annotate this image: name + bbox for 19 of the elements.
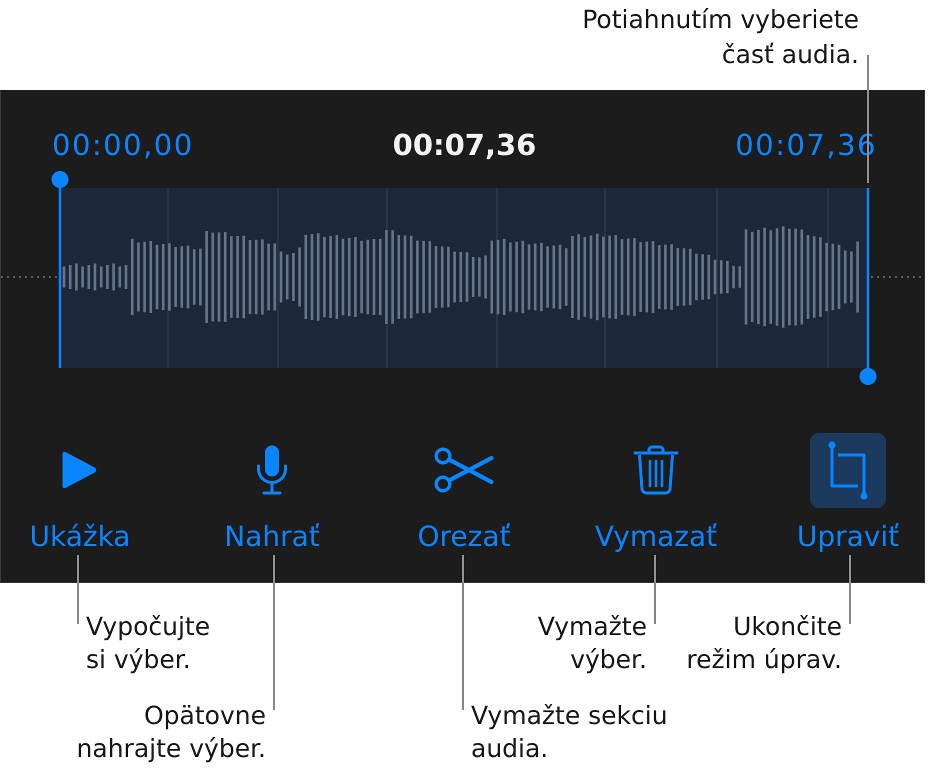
delete-button[interactable]: Vymazať (594, 432, 718, 554)
selection-start-handle[interactable] (52, 171, 68, 368)
callout-text: Vymažte výber. (538, 611, 647, 676)
preview-button[interactable]: Ukážka (30, 432, 130, 554)
edit-button[interactable]: Upraviť (796, 432, 900, 554)
end-time: 00:07,36 (735, 128, 877, 162)
selection-end-handle[interactable] (860, 188, 876, 385)
callout-text: Ukončite režim úprav. (686, 611, 842, 676)
current-time: 00:07,36 (392, 128, 536, 162)
leader-line (77, 555, 79, 624)
start-time: 00:00,00 (52, 128, 194, 162)
callout-text: Vymažte sekciu audia. (471, 700, 668, 765)
leader-line (849, 555, 851, 624)
record-button[interactable]: Nahrať (224, 432, 320, 554)
callout-text: Vypočujte si výber. (86, 611, 210, 676)
leader-line (654, 555, 656, 624)
callout-text: Opätovne nahrajte výber. (76, 700, 266, 765)
callout-text: Potiahnutím vyberiete časť audia. (582, 4, 859, 71)
trim-button[interactable]: Orezať (418, 432, 510, 554)
